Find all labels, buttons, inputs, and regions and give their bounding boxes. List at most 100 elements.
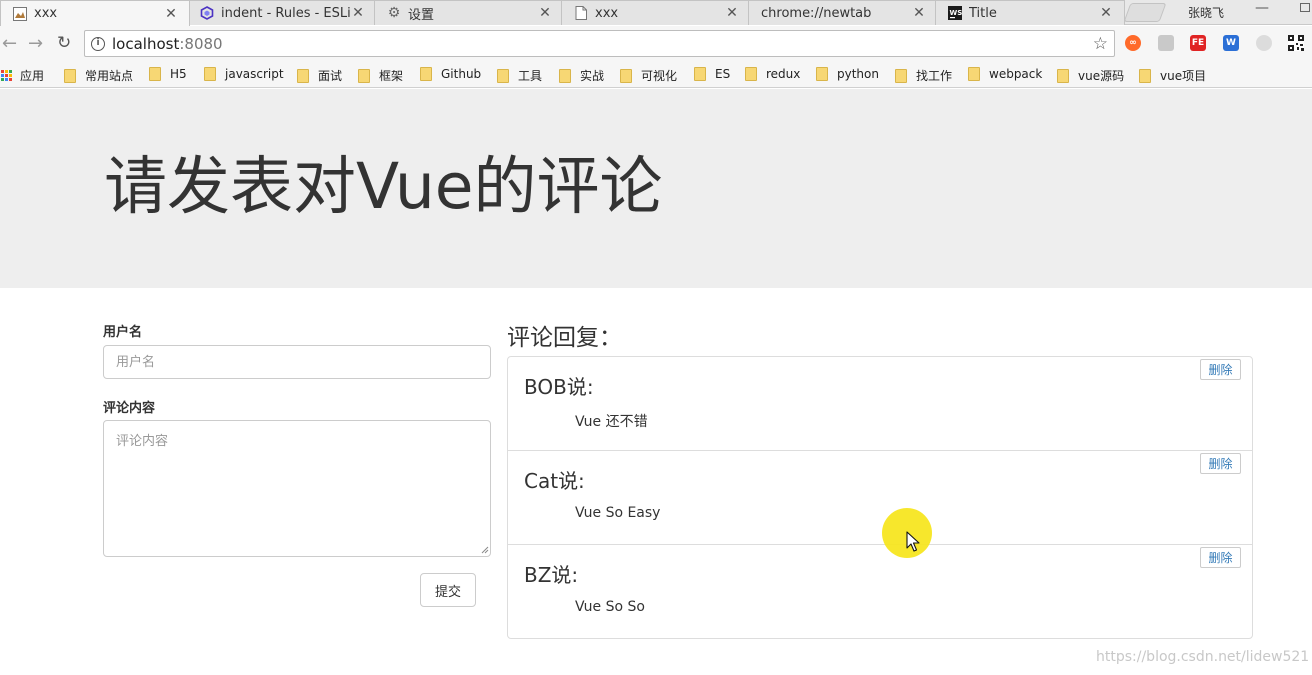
eslint-icon [200, 6, 214, 20]
bookmark-label: 找工作 [916, 69, 953, 83]
username-label: 用户名 [103, 325, 143, 340]
bookmark-label: Github [441, 67, 482, 81]
bookmark-label: H5 [170, 67, 187, 81]
bookmark-folder[interactable]: vue项目 [1139, 67, 1206, 84]
folder-icon [497, 68, 509, 83]
bookmark-folder[interactable]: python [816, 67, 879, 81]
document-icon [574, 6, 588, 20]
back-arrow-icon[interactable]: ← [2, 33, 17, 54]
tab-xxx-active[interactable]: xxx ✕ [0, 0, 190, 26]
bookmark-label: 可视化 [641, 69, 678, 83]
folder-icon [358, 68, 370, 83]
folder-icon [745, 67, 757, 81]
bookmark-folder[interactable]: redux [745, 67, 800, 81]
tab-close-icon[interactable]: ✕ [537, 5, 553, 21]
forward-arrow-icon[interactable]: → [28, 33, 43, 54]
folder-icon [297, 68, 309, 83]
mouse-pointer-icon [906, 531, 920, 552]
bookmark-label: 实战 [580, 69, 605, 83]
delete-button[interactable]: 删除 [1200, 547, 1241, 568]
tab-title: indent - Rules - ESLint [221, 5, 350, 21]
resize-grip-icon[interactable] [480, 545, 489, 554]
extension-w-icon[interactable]: W [1223, 35, 1239, 51]
bookmark-label: vue源码 [1078, 69, 1125, 83]
folder-icon [968, 67, 980, 81]
folder-icon [64, 68, 76, 83]
bookmark-folder[interactable]: 找工作 [895, 67, 952, 84]
bookmark-folder[interactable]: ES [694, 67, 730, 81]
address-bar[interactable]: i localhost:8080 ☆ [84, 30, 1115, 57]
tab-title: Title [969, 5, 997, 21]
bookmark-folder[interactable]: javascript [204, 67, 284, 81]
tab-strip: xxx ✕ indent - Rules - ESLint ✕ ⚙ 设置 ✕ x… [0, 0, 1312, 26]
bookmark-label: 面试 [318, 69, 343, 83]
tab-close-icon[interactable]: ✕ [163, 6, 179, 22]
bookmark-folder[interactable]: 面试 [297, 67, 342, 84]
comment-item: 删除 BZ说: Vue So So [508, 545, 1252, 639]
bookmark-label: ES [715, 67, 731, 81]
qr-code-icon[interactable] [1288, 35, 1304, 51]
tab-xxx[interactable]: xxx ✕ [561, 0, 751, 25]
bookmark-folder[interactable]: vue源码 [1057, 67, 1124, 84]
bookmark-folder[interactable]: 可视化 [620, 67, 677, 84]
bookmark-folder[interactable]: Github [420, 67, 481, 81]
tab-close-icon[interactable]: ✕ [1098, 5, 1114, 21]
jumbotron: 请发表对Vue的评论 [0, 89, 1312, 288]
content-textarea[interactable] [103, 420, 491, 557]
bookmark-folder[interactable]: 工具 [497, 67, 542, 84]
svg-text:WS: WS [950, 9, 963, 17]
tab-title: xxx [34, 6, 58, 21]
folder-icon [559, 68, 571, 83]
extension-infinity-icon[interactable]: ∞ [1125, 35, 1141, 51]
bookmark-label: 常用站点 [85, 69, 134, 83]
comment-item: 删除 BOB说: Vue 还不错 [508, 357, 1252, 451]
bookmark-star-icon[interactable]: ☆ [1093, 34, 1108, 54]
bookmark-folder[interactable]: H5 [149, 67, 187, 81]
folder-icon [694, 67, 706, 81]
comment-item: 删除 Cat说: Vue So Easy [508, 451, 1252, 545]
info-icon[interactable]: i [91, 36, 105, 51]
browser-toolbar: ← → ↻ i localhost:8080 ☆ ∞ FE W [0, 26, 1312, 62]
folder-icon [1057, 68, 1069, 83]
bookmark-folder[interactable]: 实战 [559, 67, 604, 84]
minimize-icon[interactable]: — [1255, 0, 1269, 16]
content-label: 评论内容 [103, 401, 156, 416]
tab-newtab[interactable]: chrome://newtab ✕ [748, 0, 938, 25]
tab-title: xxx [595, 5, 619, 21]
tab-eslint[interactable]: indent - Rules - ESLint ✕ [187, 0, 377, 25]
bookmark-folder[interactable]: 常用站点 [64, 67, 133, 84]
maximize-icon[interactable] [1300, 3, 1310, 12]
page-heading: 请发表对Vue的评论 [104, 150, 663, 223]
folder-icon [1139, 68, 1151, 83]
apps-grid-icon [1, 70, 12, 81]
bookmarks-bar: 应用 常用站点 H5 javascript 面试 框架 Github 工具 实战… [0, 62, 1312, 88]
reload-icon[interactable]: ↻ [57, 33, 71, 53]
bookmark-label: 应用 [20, 69, 45, 83]
extension-grid-icon[interactable] [1158, 35, 1174, 51]
profile-name[interactable]: 张晓飞 [1188, 4, 1224, 21]
bookmark-folder[interactable]: webpack [968, 67, 1042, 81]
bookmark-label: vue项目 [1160, 69, 1207, 83]
new-tab-button[interactable] [1123, 3, 1167, 22]
tab-close-icon[interactable]: ✕ [724, 5, 740, 21]
bookmark-label: python [837, 67, 879, 81]
tab-title-page[interactable]: WS Title ✕ [935, 0, 1125, 25]
bookmark-folder[interactable]: 框架 [358, 67, 403, 84]
extension-fe-icon[interactable]: FE [1190, 35, 1206, 51]
folder-icon [149, 67, 161, 81]
comment-user: BZ说: [524, 563, 579, 587]
image-icon [13, 6, 27, 21]
delete-button[interactable]: 删除 [1200, 453, 1241, 474]
delete-button[interactable]: 删除 [1200, 359, 1241, 380]
extension-circle-icon[interactable] [1256, 35, 1272, 51]
tab-close-icon[interactable]: ✕ [350, 5, 366, 21]
folder-icon [204, 67, 216, 81]
bookmark-label: webpack [989, 67, 1043, 81]
tab-close-icon[interactable]: ✕ [911, 5, 927, 21]
submit-button[interactable]: 提交 [420, 573, 476, 607]
tab-settings[interactable]: ⚙ 设置 ✕ [374, 0, 564, 25]
folder-icon [816, 67, 828, 81]
comment-content: Vue So So [575, 599, 645, 615]
bookmark-apps[interactable]: 应用 [1, 67, 44, 84]
username-input[interactable] [103, 345, 491, 379]
